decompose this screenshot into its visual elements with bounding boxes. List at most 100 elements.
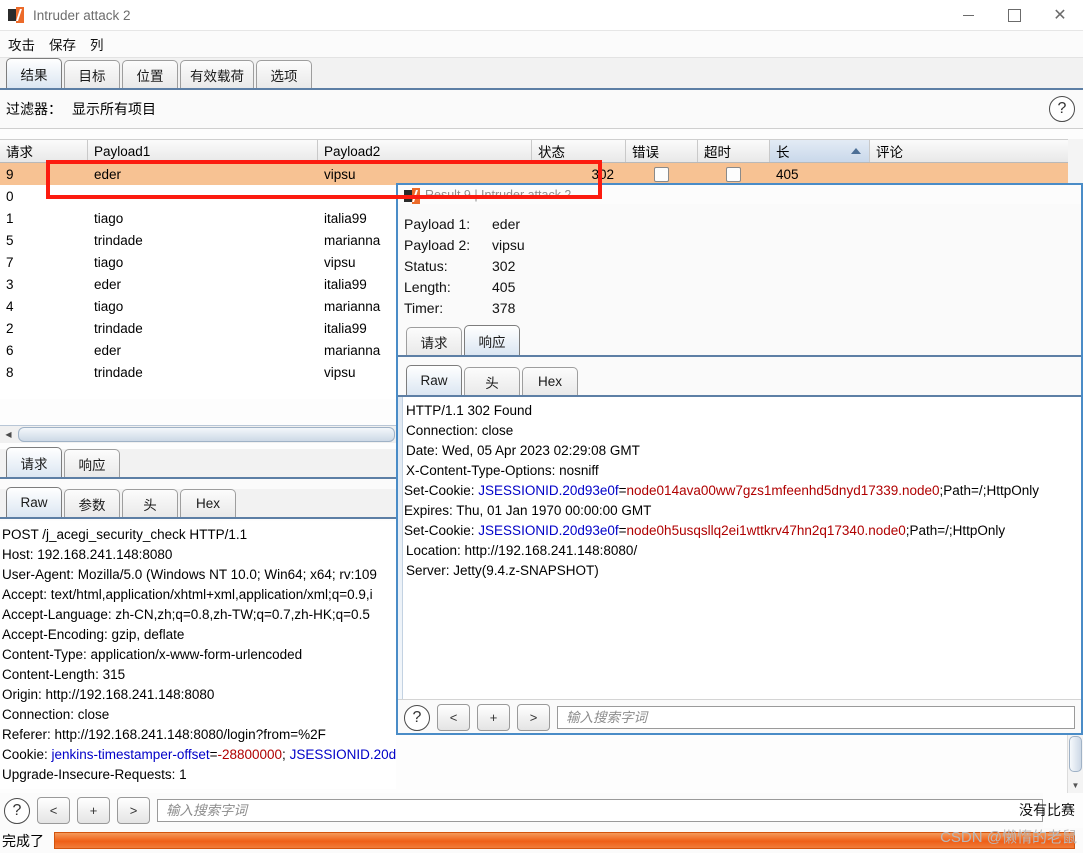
maximize-icon: [1007, 8, 1021, 22]
burp-logo-icon: [8, 7, 24, 23]
request-line: Connection: close: [2, 707, 110, 722]
timeout-checkbox[interactable]: [726, 166, 741, 182]
vscroll-thumb[interactable]: [1069, 736, 1082, 772]
tab-positions[interactable]: 位置: [122, 60, 178, 88]
title-bar: Intruder attack 2 ✕: [0, 0, 1083, 31]
add-search-button[interactable]: +: [477, 704, 510, 731]
menu-item-columns[interactable]: 列: [90, 34, 104, 54]
progress-bar: [54, 832, 1075, 849]
popup-summary: Payload 1: eder Payload 2: vipsu Status: 302 L…: [398, 204, 1081, 320]
col-timeout[interactable]: 超时: [698, 140, 770, 162]
status-label: 完成了: [2, 832, 44, 849]
status-bar: 完成了: [0, 828, 1083, 853]
cell-request: 4: [6, 298, 14, 314]
next-match-button[interactable]: >: [517, 704, 550, 731]
response-line: Date: Wed, 05 Apr 2023 02:29:08 GMT: [406, 443, 640, 458]
left-tab-raw[interactable]: Raw: [6, 487, 62, 517]
left-tab-response[interactable]: 响应: [64, 449, 120, 477]
request-vscrollbar[interactable]: ▼: [1067, 735, 1083, 793]
hscroll-thumb[interactable]: [18, 427, 395, 442]
scroll-down-icon[interactable]: ▼: [1068, 777, 1083, 793]
maximize-button[interactable]: [991, 0, 1037, 30]
col-length[interactable]: 长: [770, 140, 870, 162]
left-tab-request[interactable]: 请求: [6, 447, 62, 477]
col-payload2[interactable]: Payload2: [318, 140, 532, 162]
cell-payload2: vipsu: [324, 166, 356, 182]
cell-request: 3: [6, 276, 14, 292]
summary-row: Status: 302: [404, 255, 1081, 276]
col-payload1[interactable]: Payload1: [88, 140, 318, 162]
help-icon[interactable]: ?: [1049, 96, 1075, 122]
request-line: Accept-Encoding: gzip, deflate: [2, 627, 185, 642]
prev-match-button[interactable]: <: [37, 797, 70, 824]
search-input[interactable]: [564, 709, 1074, 726]
response-line: X-Content-Type-Options: nosniff: [406, 463, 599, 478]
tab-results[interactable]: 结果: [6, 58, 62, 88]
summary-value: 302: [492, 257, 516, 274]
response-line: HTTP/1.1 302 Found: [406, 403, 533, 418]
left-tab-params[interactable]: 参数: [64, 489, 120, 517]
scroll-left-icon[interactable]: ◀: [0, 427, 17, 442]
request-last-line: Upgrade-Insecure-Requests: 1: [2, 767, 187, 782]
table-hscrollbar[interactable]: ◀: [0, 425, 396, 443]
table-row[interactable]: 9 eder vipsu 302 405: [0, 163, 1083, 185]
menu-item-attack[interactable]: 攻击: [8, 34, 35, 54]
summary-key: Status:: [404, 257, 448, 274]
menu-item-save[interactable]: 保存: [49, 34, 76, 54]
response-line: Location: http://192.168.241.148:8080/: [406, 543, 638, 558]
tab-target[interactable]: 目标: [64, 60, 120, 88]
summary-value: eder: [492, 215, 521, 232]
search-box[interactable]: [157, 799, 1043, 822]
tab-payloads[interactable]: 有效载荷: [180, 60, 254, 88]
popup-tab-response[interactable]: 响应: [464, 325, 520, 355]
col-comment[interactable]: 评论: [870, 140, 1068, 162]
close-icon: ✕: [1053, 5, 1067, 24]
help-icon[interactable]: ?: [4, 797, 30, 824]
filter-bar[interactable]: 过滤器： 显示所有项目 ?: [0, 90, 1083, 129]
set-cookie-name-2: JSESSIONID.20d93e0f: [478, 523, 619, 538]
request-raw-body[interactable]: POST /j_acegi_security_check HTTP/1.1 Hos…: [0, 521, 396, 789]
close-button[interactable]: ✕: [1037, 0, 1083, 30]
col-request[interactable]: 请求: [0, 140, 88, 162]
summary-key: Timer:: [404, 299, 444, 316]
set-cookie-suffix-2: ;Path=/;HttpOnly: [905, 523, 1006, 538]
popup-tab-hex[interactable]: Hex: [522, 367, 578, 395]
tab-options[interactable]: 选项: [256, 60, 312, 88]
cell-payload1: tiago: [94, 210, 124, 226]
cell-request: 7: [6, 254, 14, 270]
col-length-label: 长: [776, 145, 790, 160]
col-status[interactable]: 状态: [532, 140, 626, 162]
left-tab-headers[interactable]: 头: [122, 489, 178, 517]
cell-payload1: eder: [94, 166, 122, 182]
help-icon[interactable]: ?: [404, 704, 430, 731]
popup-search-toolbar: ? < + >: [398, 699, 1081, 733]
cookie-name-1: jenkins-timestamper-offset: [51, 747, 210, 762]
request-line: Accept-Language: zh-CN,zh;q=0.8,zh-TW;q=…: [2, 607, 370, 622]
col-error[interactable]: 错误: [626, 140, 698, 162]
response-set-cookie-2: Set-Cookie: JSESSIONID.20d93e0f=node0h5u…: [398, 521, 1081, 541]
summary-value: 405: [492, 278, 516, 295]
next-match-button[interactable]: >: [117, 797, 150, 824]
cell-payload1: eder: [94, 342, 122, 358]
set-cookie-name-1: JSESSIONID.20d93e0f: [478, 483, 619, 498]
response-raw-body[interactable]: HTTP/1.1 302 Found Connection: close Date:…: [398, 397, 1081, 699]
summary-key: Payload 2:: [404, 236, 471, 253]
request-line: Accept: text/html,application/xhtml+xml,…: [2, 587, 373, 602]
search-box[interactable]: [557, 706, 1075, 729]
minimize-button[interactable]: [945, 0, 991, 30]
popup-tab-raw[interactable]: Raw: [406, 365, 462, 395]
left-search-toolbar: ? < + >: [0, 793, 1043, 828]
left-tab-hex[interactable]: Hex: [180, 489, 236, 517]
result-popup-window: Result 9 | Intruder attack 2 Payload 1: e…: [396, 183, 1083, 735]
request-line: Content-Length: 315: [2, 667, 126, 682]
cell-request: 6: [6, 342, 14, 358]
error-checkbox[interactable]: [654, 166, 669, 182]
search-input[interactable]: [164, 802, 1042, 819]
add-search-button[interactable]: +: [77, 797, 110, 824]
cookie-value-1: -28800000: [217, 747, 283, 762]
set-cookie-prefix-2: Set-Cookie:: [404, 523, 479, 538]
popup-tab-request[interactable]: 请求: [406, 327, 462, 355]
popup-tab-headers[interactable]: 头: [464, 367, 520, 395]
cell-timeout: [698, 166, 770, 182]
prev-match-button[interactable]: <: [437, 704, 470, 731]
